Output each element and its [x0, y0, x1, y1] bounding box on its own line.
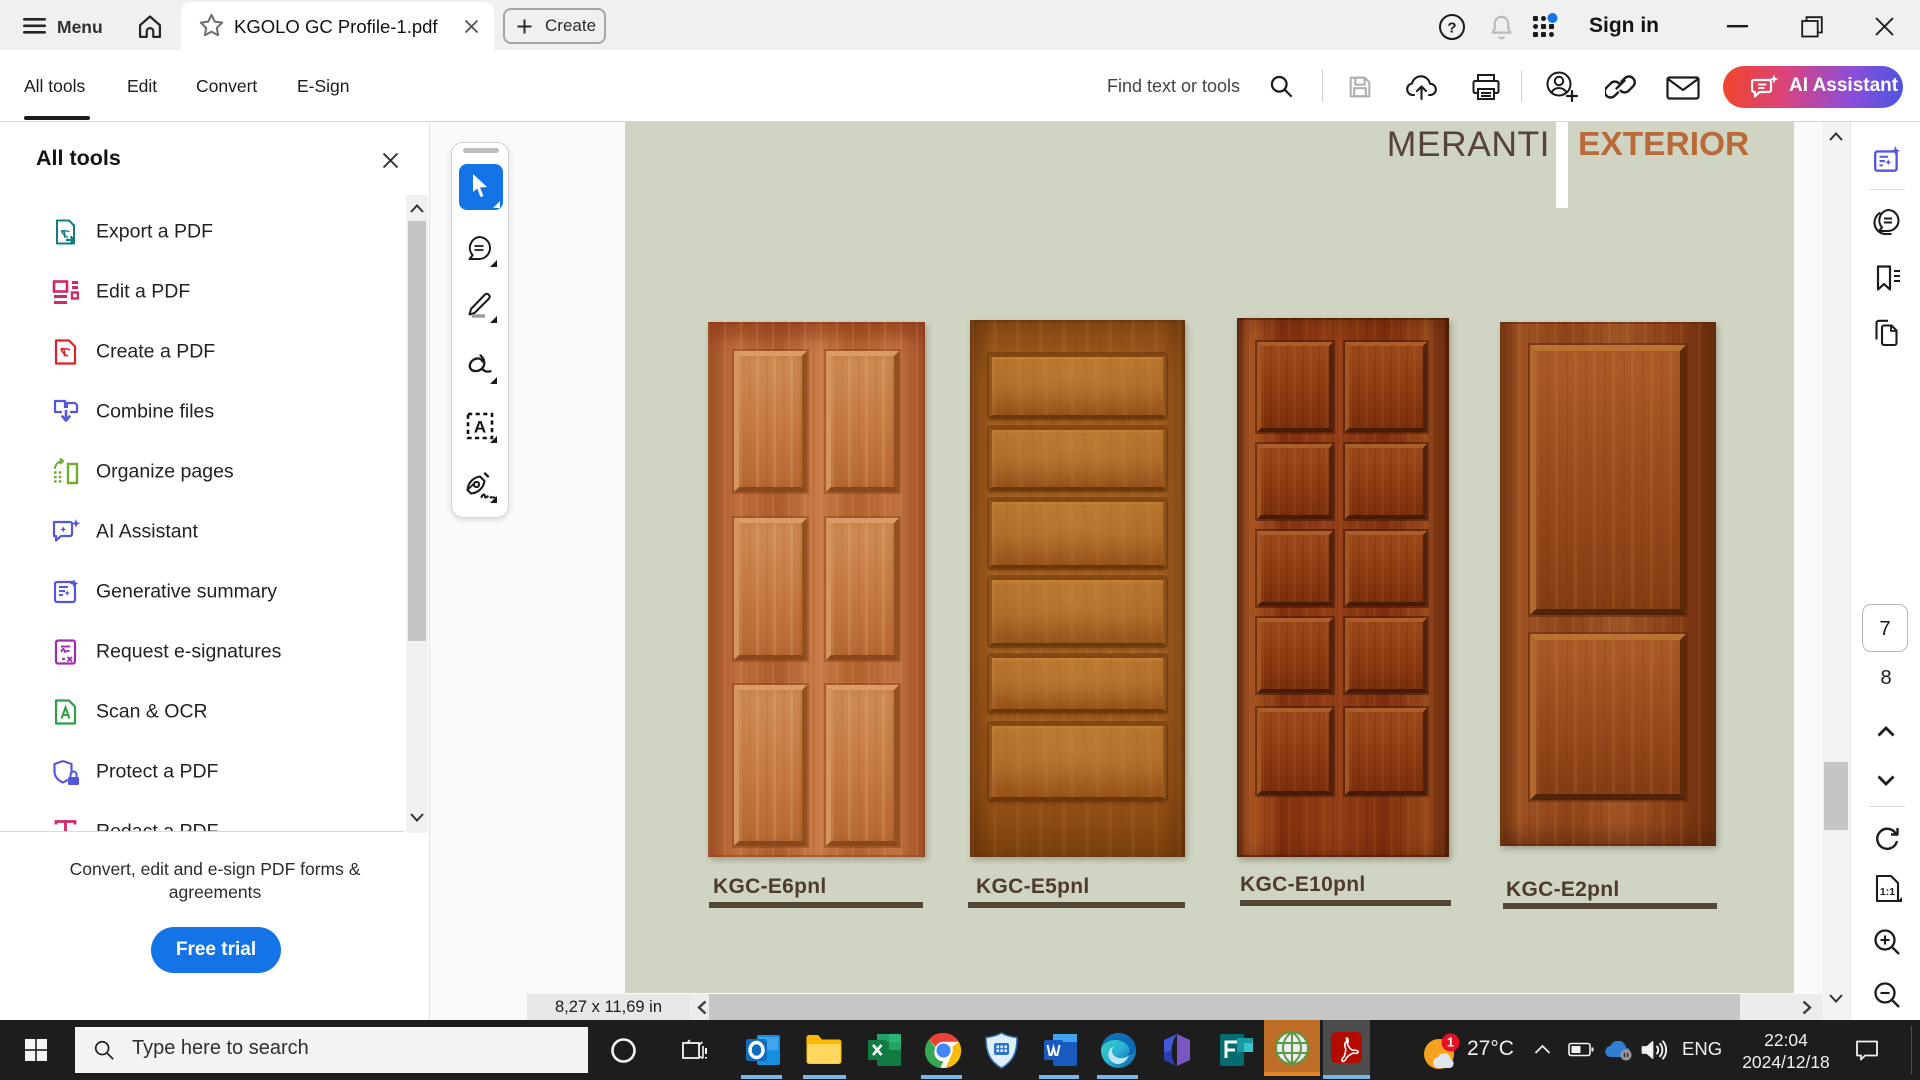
- svg-text:A: A: [474, 418, 486, 437]
- svg-text:1: 1: [1447, 1036, 1454, 1050]
- svg-text:?: ?: [1447, 20, 1456, 37]
- svg-text:1:1: 1:1: [1880, 886, 1895, 898]
